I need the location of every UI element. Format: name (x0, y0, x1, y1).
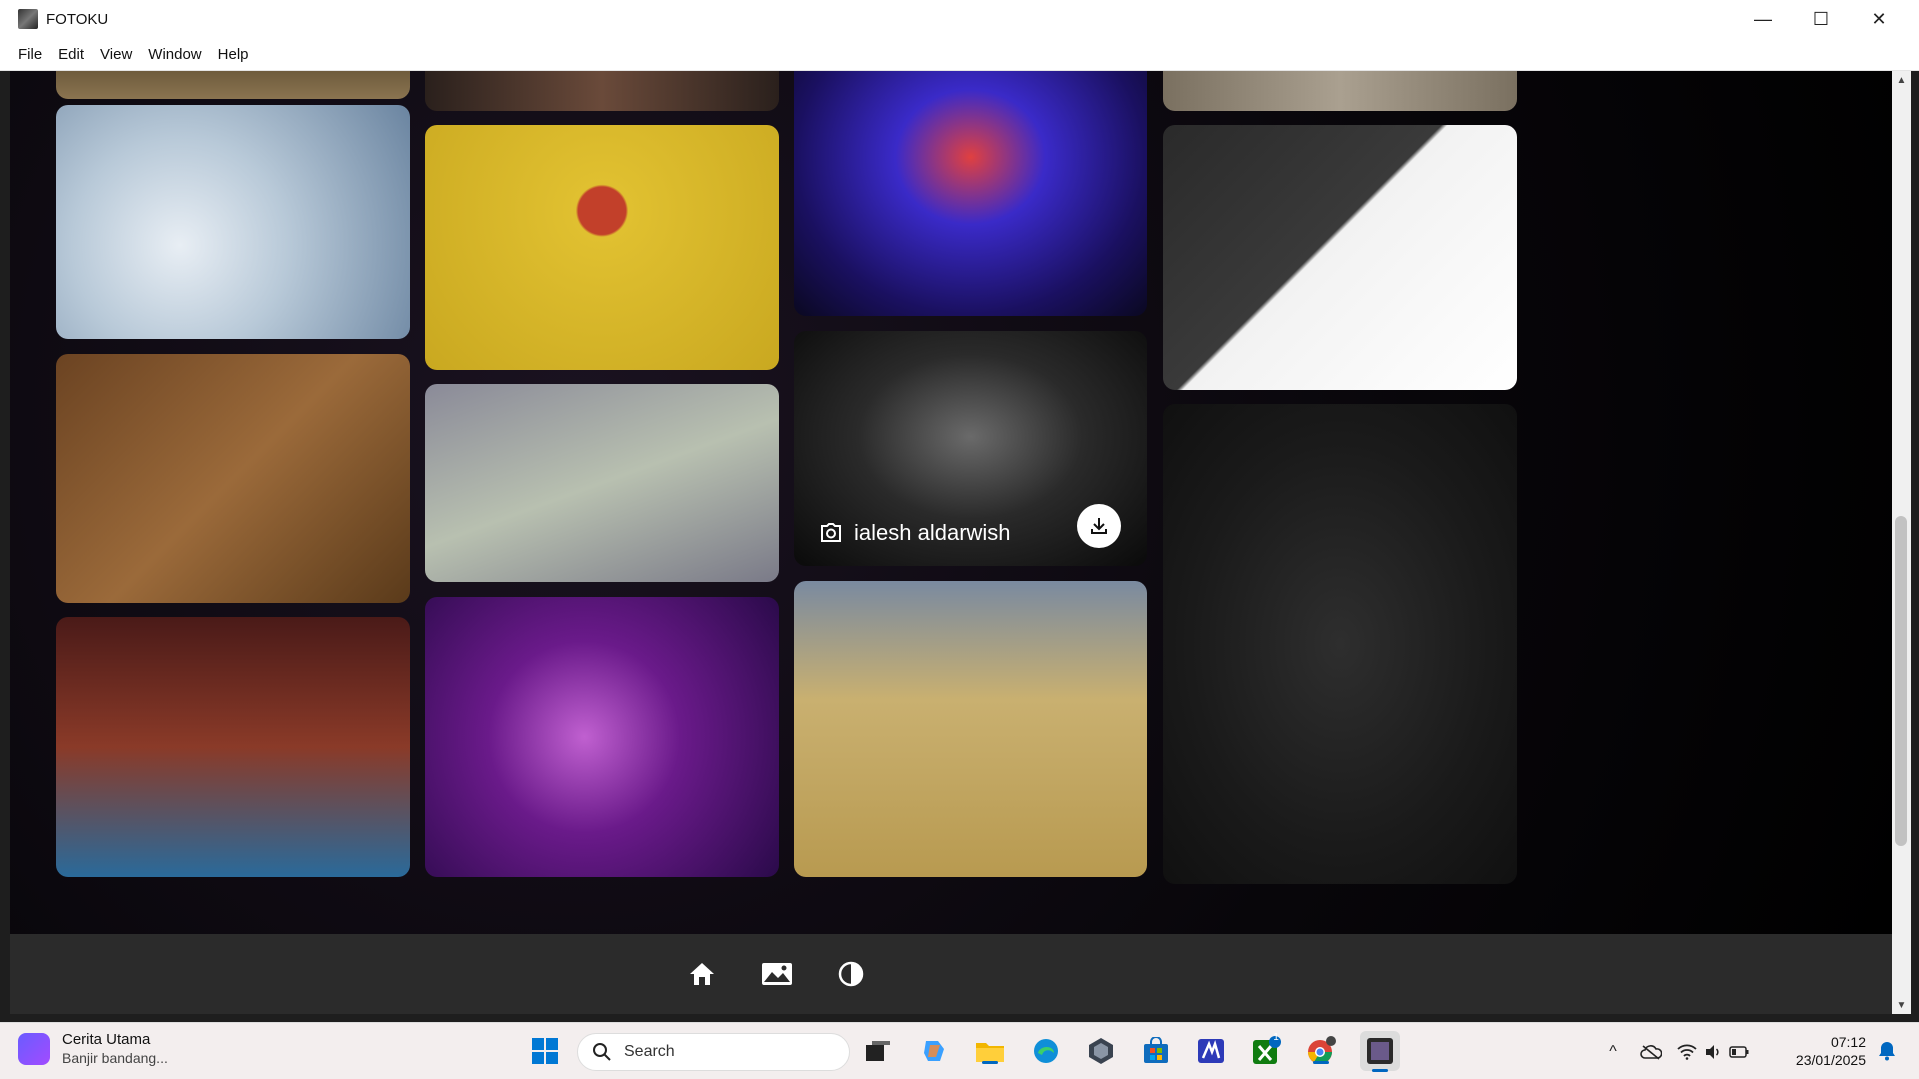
photo-image (56, 617, 410, 877)
photo-image (56, 71, 410, 99)
system-tray: ^ (1600, 1023, 1752, 1079)
app-icon[interactable] (1085, 1035, 1117, 1067)
news-widget[interactable]: Cerita Utama Banjir bandang... (18, 1031, 168, 1066)
widget-subtitle: Banjir bandang... (62, 1050, 168, 1066)
xbox-badge: 1 (1273, 1032, 1279, 1043)
minimize-button[interactable]: — (1734, 0, 1792, 38)
download-icon (1091, 518, 1107, 534)
photo-image (425, 125, 779, 370)
onedrive-icon[interactable] (1638, 1039, 1664, 1065)
photographer-name: ialesh aldarwish (854, 520, 1011, 545)
search-icon (593, 1043, 611, 1061)
photo-tile[interactable] (794, 71, 1147, 316)
active-indicator (1313, 1061, 1329, 1064)
photo-tile[interactable] (56, 354, 410, 603)
photo-image (56, 354, 410, 603)
photographer-credit[interactable]: ialesh aldarwish (820, 520, 1011, 546)
widget-text: Cerita Utama Banjir bandang... (62, 1031, 168, 1066)
camera-icon (821, 523, 841, 542)
taskbar: Cerita Utama Banjir bandang... Search 1 (0, 1022, 1919, 1079)
volume-icon[interactable] (1700, 1039, 1726, 1065)
photo-tile[interactable] (56, 617, 410, 877)
photo-image (794, 581, 1147, 877)
scroll-up-arrow-icon[interactable]: ▲ (1892, 71, 1911, 89)
photo-tile[interactable] (425, 125, 779, 370)
vertical-scrollbar[interactable]: ▲ ▼ (1892, 71, 1911, 1014)
menu-file[interactable]: File (10, 46, 50, 63)
download-button[interactable] (1077, 504, 1121, 548)
photo-tile[interactable] (56, 105, 410, 339)
close-button[interactable]: ✕ (1850, 0, 1908, 38)
photo-image (794, 71, 1147, 316)
photo-tile[interactable] (425, 71, 779, 111)
scroll-thumb[interactable] (1895, 516, 1907, 846)
photo-image (1163, 71, 1517, 111)
theme-toggle-button[interactable] (829, 952, 873, 996)
home-icon (690, 963, 714, 985)
photo-image (56, 105, 410, 339)
app-icon[interactable] (1195, 1035, 1227, 1067)
menu-bar: File Edit View Window Help (0, 38, 1919, 71)
battery-icon[interactable] (1726, 1039, 1752, 1065)
widget-icon (18, 1032, 50, 1065)
menu-view[interactable]: View (92, 46, 140, 63)
maximize-button[interactable]: ☐ (1792, 0, 1850, 38)
file-explorer-icon[interactable] (974, 1035, 1006, 1067)
photo-image (425, 384, 779, 582)
edge-icon[interactable] (1030, 1035, 1062, 1067)
widget-title: Cerita Utama (62, 1031, 151, 1048)
taskbar-search-input[interactable]: Search (577, 1033, 850, 1071)
taskbar-clock[interactable]: 07:12 23/01/2025 (1786, 1033, 1866, 1069)
clock-time: 07:12 (1830, 1034, 1866, 1050)
photo-gallery[interactable]: ialesh aldarwish (10, 71, 1892, 934)
gallery-button[interactable] (755, 952, 799, 996)
photo-tile[interactable] (425, 597, 779, 877)
store-icon[interactable] (1140, 1035, 1172, 1067)
photo-tile[interactable] (1163, 71, 1517, 111)
app-logo-icon (18, 9, 38, 29)
gallery-icon (762, 963, 792, 985)
photo-image (425, 71, 779, 111)
photo-tile[interactable] (56, 71, 410, 99)
photo-tile[interactable] (425, 384, 779, 582)
search-placeholder: Search (624, 1043, 675, 1060)
photo-image (425, 597, 779, 877)
clock-date: 23/01/2025 (1795, 1052, 1866, 1068)
photo-tile-hovered[interactable]: ialesh aldarwish (794, 331, 1147, 566)
contrast-icon (838, 961, 864, 987)
xbox-icon[interactable]: 1 (1250, 1032, 1282, 1067)
tray-chevron-icon[interactable]: ^ (1600, 1039, 1626, 1065)
fotoku-icon[interactable] (1360, 1031, 1400, 1072)
title-bar: FOTOKU — ☐ ✕ (0, 0, 1919, 38)
window-title: FOTOKU (46, 10, 109, 28)
windows-start-icon[interactable] (529, 1035, 561, 1067)
menu-edit[interactable]: Edit (50, 46, 92, 63)
wifi-icon[interactable] (1674, 1039, 1700, 1065)
home-button[interactable] (680, 952, 724, 996)
notification-bell-icon[interactable] (1875, 1039, 1899, 1063)
active-indicator (982, 1061, 998, 1064)
photo-image (1163, 125, 1517, 390)
task-view-icon[interactable] (862, 1035, 894, 1067)
bottom-navigation (10, 934, 1892, 1014)
active-indicator (1372, 1069, 1388, 1072)
menu-window[interactable]: Window (140, 46, 209, 63)
photo-tile[interactable] (794, 581, 1147, 877)
chrome-icon[interactable] (1305, 1035, 1337, 1067)
photo-tile[interactable] (1163, 125, 1517, 390)
scroll-down-arrow-icon[interactable]: ▼ (1892, 996, 1911, 1014)
photo-image (1163, 404, 1517, 884)
photo-tile[interactable] (1163, 404, 1517, 884)
copilot-icon[interactable] (918, 1035, 950, 1067)
menu-help[interactable]: Help (210, 46, 257, 63)
